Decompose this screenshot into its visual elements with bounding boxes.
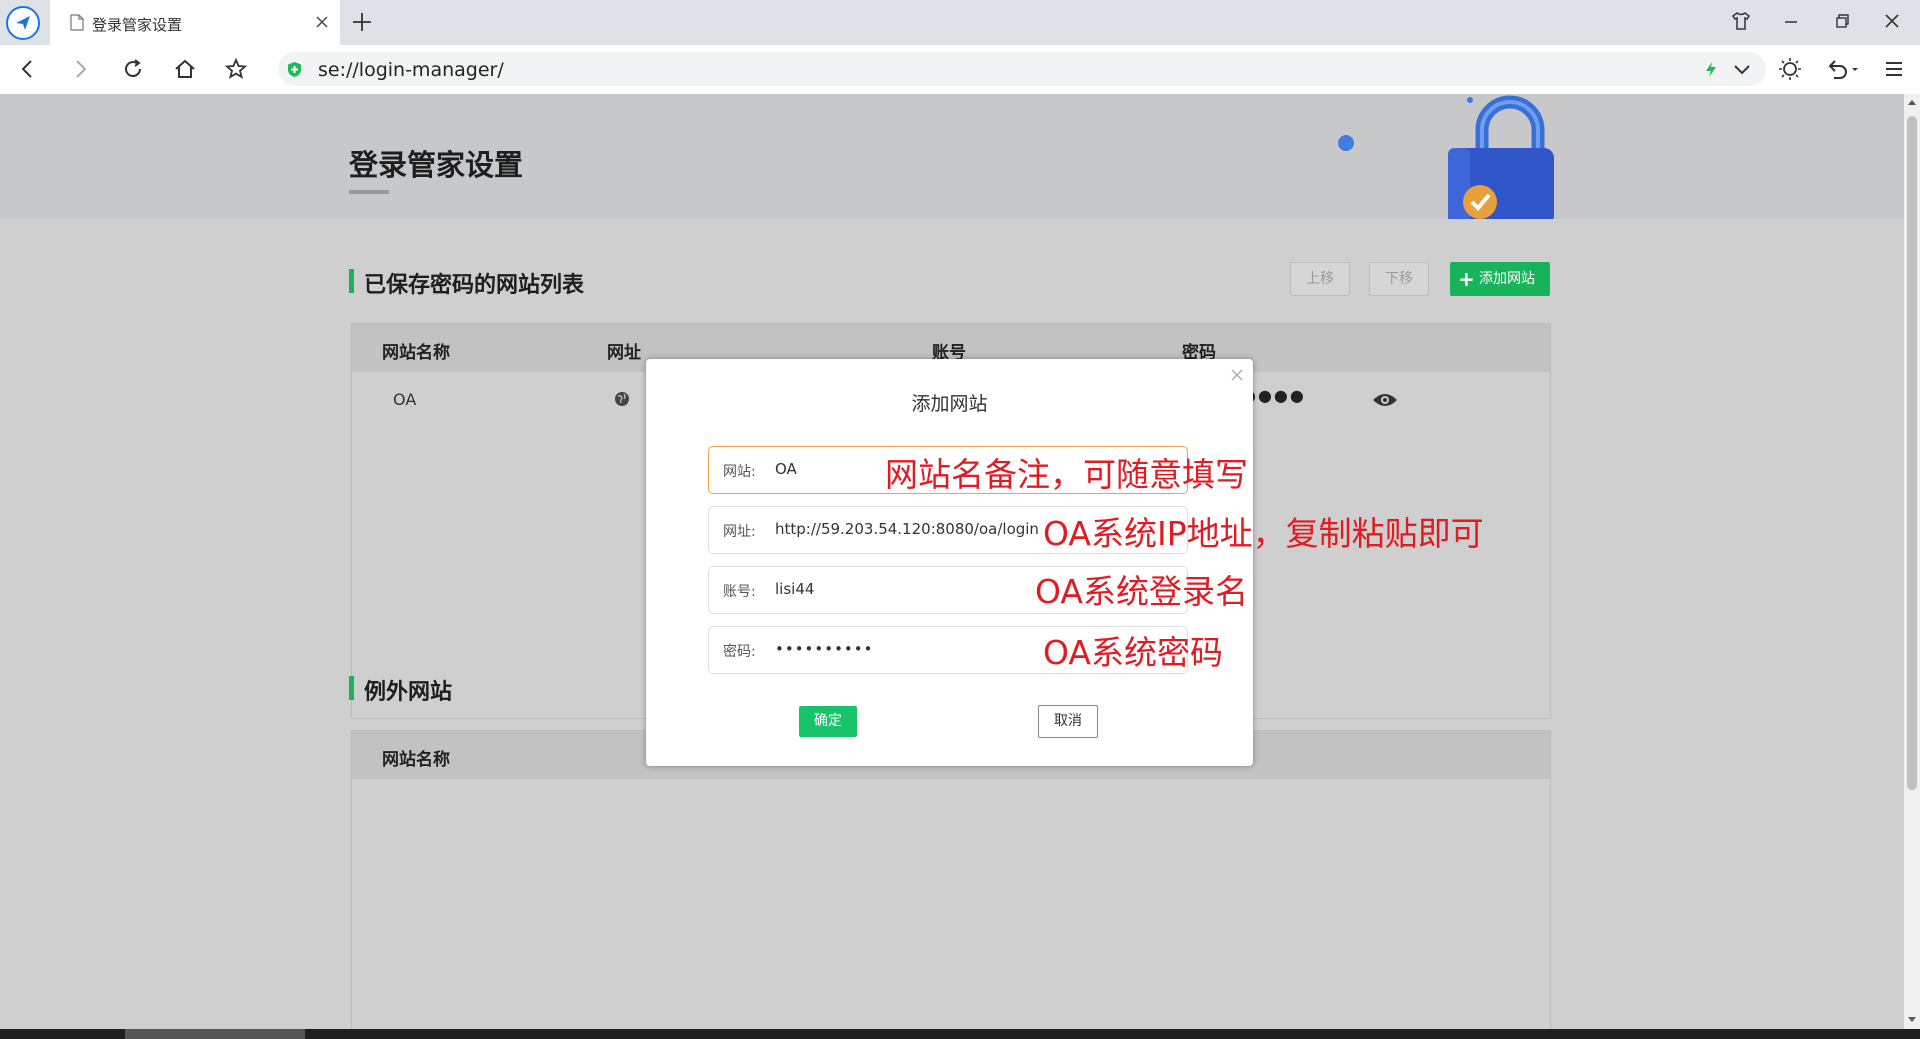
password-value[interactable]: •••••••••• bbox=[775, 640, 873, 658]
restore-icon[interactable] bbox=[1831, 10, 1853, 32]
forward-icon[interactable] bbox=[68, 57, 92, 81]
brightness-icon[interactable] bbox=[1778, 57, 1802, 81]
tab-close-icon[interactable] bbox=[312, 12, 332, 32]
scrollbar-thumb[interactable] bbox=[1907, 116, 1917, 790]
url-text[interactable]: se://login-manager/ bbox=[318, 59, 504, 81]
close-icon[interactable] bbox=[1229, 367, 1245, 383]
home-icon[interactable] bbox=[173, 57, 197, 81]
title-underline bbox=[349, 190, 389, 194]
cancel-button[interactable]: 取消 bbox=[1038, 705, 1098, 738]
globe-icon bbox=[614, 391, 630, 407]
annotation-password: OA系统密码 bbox=[1043, 633, 1223, 672]
tshirt-skin-icon[interactable] bbox=[1730, 10, 1752, 32]
active-tab[interactable]: 登录管家设置 bbox=[50, 0, 340, 45]
saved-sites-title: 已保存密码的网站列表 bbox=[364, 273, 585, 298]
dialog-title: 添加网站 bbox=[911, 393, 988, 415]
new-tab-icon[interactable] bbox=[350, 10, 374, 34]
back-icon[interactable] bbox=[16, 57, 40, 81]
password-label: 密码: bbox=[723, 644, 756, 660]
column-header-url: 网址 bbox=[607, 343, 641, 363]
security-shield-icon[interactable] bbox=[286, 61, 303, 78]
eye-icon[interactable] bbox=[1372, 392, 1398, 408]
page-content: 登录管家设置 已保存密码的网站列表 上移 下移 + 添加网站 网站名称 网址 账… bbox=[0, 94, 1904, 1029]
site-name-label: 网站: bbox=[723, 464, 756, 480]
tab-bar: 登录管家设置 bbox=[0, 0, 1920, 45]
confirm-button[interactable]: 确定 bbox=[799, 706, 857, 737]
address-bar[interactable]: se://login-manager/ bbox=[278, 52, 1766, 86]
page-title: 登录管家设置 bbox=[349, 148, 524, 182]
taskbar-segment bbox=[125, 1029, 305, 1039]
column-header-name: 网站名称 bbox=[382, 343, 450, 363]
bookmark-star-icon[interactable] bbox=[224, 57, 248, 81]
site-url-value[interactable]: http://59.203.54.120:8080/oa/login bbox=[775, 520, 1039, 538]
site-url-label: 网址: bbox=[723, 524, 756, 540]
move-up-button[interactable]: 上移 bbox=[1290, 262, 1350, 296]
vertical-scrollbar[interactable] bbox=[1904, 94, 1920, 1029]
undo-icon[interactable] bbox=[1826, 57, 1860, 81]
lightning-icon[interactable] bbox=[1704, 61, 1718, 78]
row-site-name: OA bbox=[393, 390, 417, 409]
menu-icon[interactable] bbox=[1882, 57, 1906, 81]
annotation-url: OA系统IP地址，复制粘贴即可 bbox=[1043, 514, 1484, 553]
plus-icon: + bbox=[1458, 267, 1475, 291]
annotation-account: OA系统登录名 bbox=[1035, 572, 1248, 611]
chevron-down-icon[interactable] bbox=[1733, 62, 1751, 76]
taskbar-strip bbox=[0, 1029, 1920, 1039]
add-site-label: 添加网站 bbox=[1479, 271, 1535, 287]
scroll-down-arrow-icon[interactable] bbox=[1907, 1016, 1917, 1024]
tab-title: 登录管家设置 bbox=[92, 16, 183, 34]
move-down-button[interactable]: 下移 bbox=[1369, 262, 1429, 296]
page-icon bbox=[70, 14, 84, 31]
annotation-site-name: 网站名备注，可随意填写 bbox=[885, 455, 1248, 494]
scroll-up-arrow-icon[interactable] bbox=[1907, 98, 1917, 106]
add-site-dialog: 添加网站 网站: OA 网址: http://59.203.54.120:808… bbox=[646, 359, 1253, 766]
minimize-icon[interactable] bbox=[1780, 10, 1802, 32]
column-header-name: 网站名称 bbox=[382, 750, 450, 770]
exception-sites-title: 例外网站 bbox=[364, 680, 453, 705]
close-window-icon[interactable] bbox=[1881, 10, 1903, 32]
toolbar: se://login-manager/ bbox=[0, 45, 1920, 95]
padlock-illustration-icon bbox=[1330, 94, 1560, 219]
site-name-value[interactable]: OA bbox=[775, 460, 797, 478]
section-accent-bar bbox=[349, 269, 354, 293]
exception-sites-table: 网站名称 bbox=[351, 730, 1551, 1029]
header-banner: 登录管家设置 bbox=[0, 94, 1904, 219]
section-accent-bar bbox=[349, 676, 354, 700]
browser-logo-icon[interactable] bbox=[6, 6, 40, 40]
reload-icon[interactable] bbox=[121, 57, 145, 81]
account-value[interactable]: lisi44 bbox=[775, 580, 814, 598]
add-site-button[interactable]: + 添加网站 bbox=[1450, 262, 1550, 296]
account-label: 账号: bbox=[723, 584, 756, 600]
